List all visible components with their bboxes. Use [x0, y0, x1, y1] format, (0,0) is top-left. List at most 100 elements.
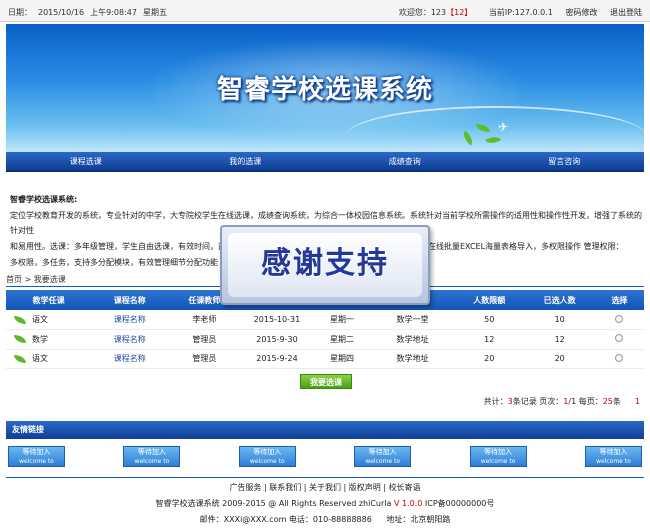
col-header: 教学任课	[6, 290, 92, 310]
nav-my-courses[interactable]: 我的选课	[166, 152, 326, 170]
pager-total-suffix: 条记录	[512, 397, 537, 406]
email-value: XXXi@XXX.com	[223, 515, 287, 524]
footer-contact: 邮件：XXXi@XXX.com 电话：010-88888886 地址：北京朝阳路	[0, 514, 650, 525]
friend-links-logos: 等待加入 welcome to 等待加入 welcome to 等待加入 welcom…	[6, 446, 644, 467]
logo-text: 等待加入	[137, 448, 166, 456]
select-radio[interactable]	[615, 353, 624, 362]
pager-current-page[interactable]: 1	[635, 397, 640, 406]
divider	[6, 477, 644, 478]
weekday-cell: 星期一	[313, 310, 371, 330]
pager-page-total: /1	[568, 397, 577, 406]
friend-link-logo[interactable]: 等待加入 welcome to	[584, 446, 642, 467]
breadcrumb: 首页 > 我要选课	[6, 274, 66, 285]
location-cell: 数学地址	[370, 349, 455, 369]
bird-icon: ✈	[498, 120, 509, 134]
weekday-value: 星期五	[142, 8, 167, 17]
logo-text: 等待加入	[368, 448, 397, 456]
logo-text: 等待加入	[484, 448, 513, 456]
logo-subtext: welcome to	[480, 458, 516, 465]
banner-title: 智睿学校选课系统	[216, 75, 433, 105]
selected-count-cell: 10	[524, 310, 595, 330]
ip-label: 当前IP:	[488, 8, 515, 17]
thanks-popup[interactable]: 感谢支持	[220, 225, 430, 305]
change-password-link[interactable]: 密码修改	[565, 8, 597, 17]
select-radio[interactable]	[615, 314, 624, 323]
teacher-cell: 管理员	[168, 349, 241, 369]
pager-per-page-suffix: 条	[612, 397, 621, 406]
course-name-link[interactable]: 课程名称	[114, 354, 146, 363]
footer-links: 广告服务 | 联系我们 | 关于我们 | 版权声明 | 校长寄语	[0, 482, 650, 493]
breadcrumb-current: 我要选课	[33, 275, 66, 284]
logo-subtext: welcome to	[596, 458, 631, 465]
selected-count-cell: 12	[524, 329, 595, 350]
col-header: 已选人数	[524, 290, 595, 310]
date-cell: 2015-9-24	[240, 349, 314, 369]
col-header: 课程名称	[91, 290, 169, 310]
course-name-cell: 课程名称	[91, 329, 169, 350]
logo-subtext: welcome to	[249, 458, 285, 465]
friend-links-header: 友情链接	[6, 421, 644, 439]
banner: ✈ 智睿学校选课系统	[6, 24, 644, 152]
limit-cell: 12	[454, 329, 525, 350]
friend-link-logo[interactable]: 等待加入 welcome to	[354, 446, 412, 467]
thanks-text: 感谢支持	[261, 246, 389, 281]
limit-cell: 50	[454, 310, 525, 330]
pager-per-page: 25	[602, 397, 613, 406]
pager-page-label: 页次：	[536, 397, 564, 406]
table-row: 数学 课程名称 管理员 2015-9-30 星期二 数学地址 12 12	[6, 329, 644, 350]
friend-link-logo[interactable]: 等待加入 welcome to	[123, 446, 181, 467]
leaf-icon	[14, 335, 26, 344]
leaf-icon	[14, 315, 26, 324]
footer-copyright: 智睿学校选课系统 2009-2015 @ All Rights Reserved…	[0, 498, 650, 509]
footer-link-principal[interactable]: 校长寄语	[389, 483, 421, 492]
col-header: 人数限额	[454, 290, 525, 310]
intro-heading: 智睿学校选课系统:	[10, 195, 78, 204]
nav-message[interactable]: 留言咨询	[485, 152, 645, 170]
course-name-link[interactable]: 课程名称	[114, 335, 146, 344]
weekday-cell: 星期四	[313, 349, 371, 369]
select-radio[interactable]	[615, 334, 624, 343]
icp-text: ICP备00000000号	[422, 499, 495, 508]
logo-subtext: welcome to	[134, 458, 170, 465]
course-name-link[interactable]: 课程名称	[114, 315, 146, 324]
breadcrumb-home[interactable]: 首页	[6, 275, 22, 284]
selected-count-cell: 20	[524, 349, 595, 369]
footer-sep: |	[380, 483, 389, 492]
course-name-cell: 课程名称	[91, 349, 169, 369]
logo-text: 等待加入	[599, 448, 628, 456]
pagination: 共计：3条记录 页次：1/1 每页：25条 1	[484, 396, 640, 407]
location-cell: 数学一堂	[370, 310, 455, 330]
subject-cell: 数学	[6, 329, 92, 350]
subject: 语文	[32, 315, 48, 324]
select-cell	[594, 349, 644, 369]
nav-grade-query[interactable]: 成绩查询	[325, 152, 485, 170]
footer-link-contact[interactable]: 联系我们	[269, 483, 301, 492]
logo-subtext: welcome to	[365, 458, 401, 465]
subject: 数学	[32, 334, 48, 344]
pager-total-label: 共计：	[483, 397, 508, 406]
thanks-popup-inner: 感谢支持	[228, 233, 422, 297]
friend-link-logo[interactable]: 等待加入 welcome to	[8, 446, 65, 467]
time-value: 上午9:08:47	[90, 8, 137, 17]
email-label: 邮件：	[199, 515, 224, 524]
select-cell	[594, 329, 644, 350]
intro-line-2a: 和易用性。选课：多年级管理，学生自由选课，有效时间，选课	[10, 242, 234, 251]
footer-link-copyright[interactable]: 版权声明	[349, 483, 381, 492]
date-display: 日期： 2015/10/16 上午9:08:47 星期五	[8, 7, 173, 18]
logout-link[interactable]: 退出登陆	[610, 8, 642, 17]
footer-sep: |	[341, 483, 349, 492]
nav-course-selection[interactable]: 课程选课	[6, 152, 166, 170]
select-course-button[interactable]: 我要选课	[300, 374, 352, 389]
footer-link-ads[interactable]: 广告服务	[229, 483, 261, 492]
ip-value: 127.0.0.1	[514, 8, 553, 17]
friend-link-logo[interactable]: 等待加入 welcome to	[238, 446, 296, 467]
leaf-icon	[14, 354, 26, 363]
version-text: V 1.0.0	[393, 499, 423, 508]
welcome-label: 欢迎您：	[398, 8, 431, 17]
logo-subtext: welcome to	[19, 458, 54, 465]
address-label: 地址：	[386, 515, 411, 524]
phone-value: 010-88888886	[312, 515, 372, 524]
friend-link-logo[interactable]: 等待加入 welcome to	[469, 446, 527, 467]
footer-link-about[interactable]: 关于我们	[309, 483, 341, 492]
teacher-cell: 管理员	[168, 329, 241, 350]
